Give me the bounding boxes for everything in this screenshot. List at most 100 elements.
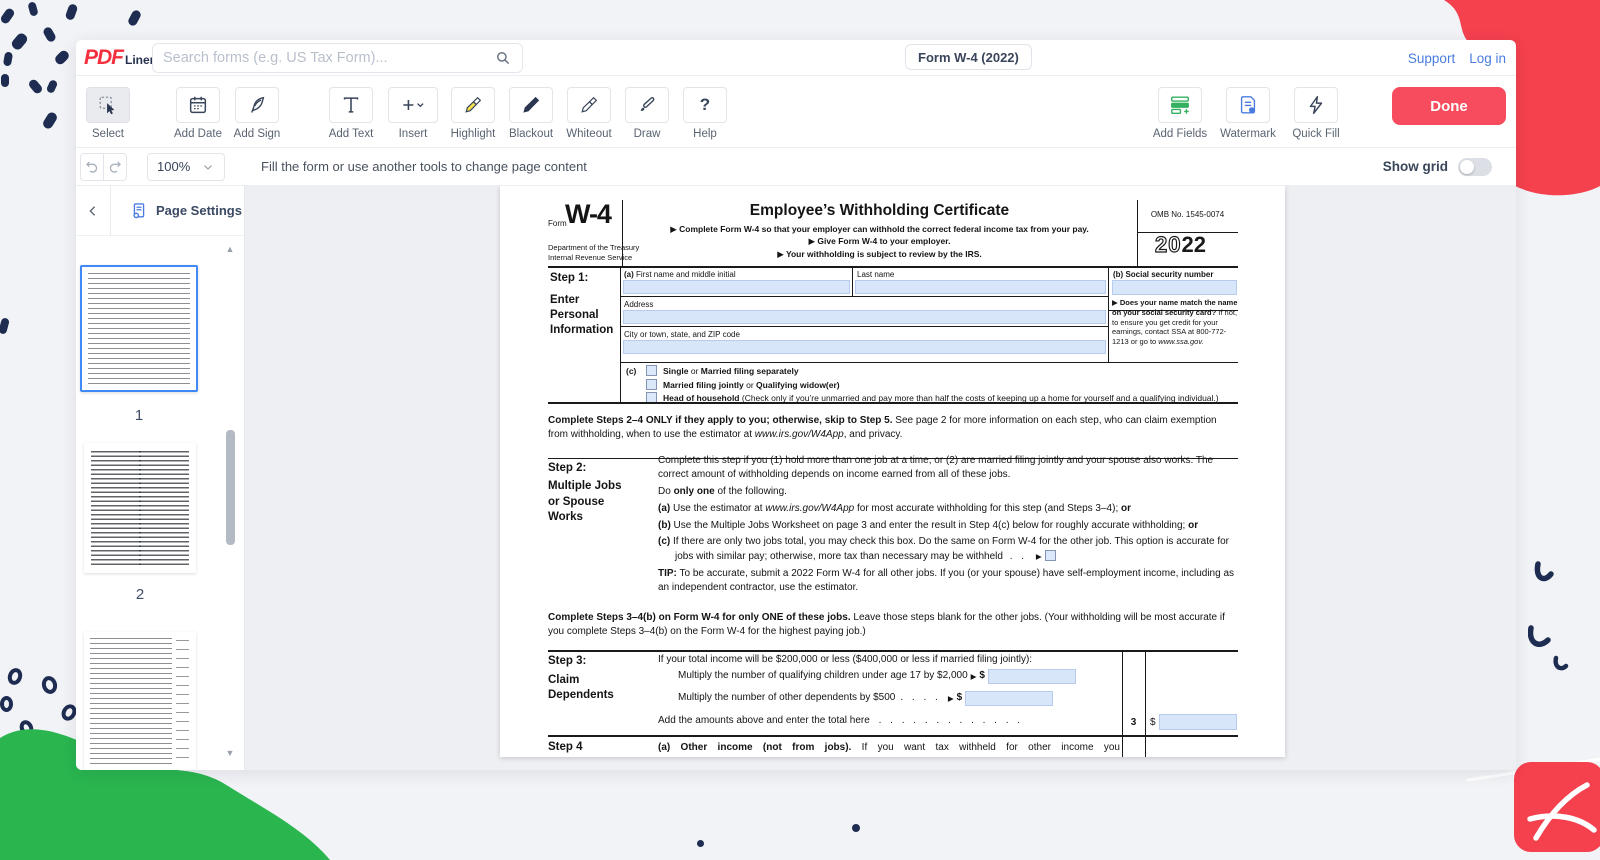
tool-quick-fill[interactable]: Quick Fill: [1288, 87, 1344, 140]
tool-add-sign[interactable]: Add Sign: [233, 87, 281, 147]
chevron-down-icon: [201, 160, 215, 174]
sidebar-scrollbar-thumb[interactable]: [226, 430, 235, 545]
w4-step3-intro: If your total income will be $200,000 or…: [658, 653, 1032, 667]
quill-icon: [246, 94, 268, 116]
page-thumbnail-1[interactable]: [80, 265, 198, 392]
paint-dab: [42, 26, 57, 43]
w4-city-label: City or town, state, and ZIP code: [624, 330, 740, 339]
w4-field-ssn[interactable]: [1112, 280, 1237, 295]
thumbnail-preview: [91, 451, 141, 565]
zoom-value: 100%: [157, 159, 201, 174]
dot-decor: [852, 824, 860, 832]
tool-watermark[interactable]: Watermark: [1220, 87, 1276, 140]
scroll-up-icon[interactable]: ▲: [224, 244, 236, 254]
ring-decor: [40, 674, 59, 695]
w4-field-last-name[interactable]: [855, 280, 1106, 294]
content-area: Page Settings 1 2 ▲: [76, 186, 1516, 770]
thumbnail-preview: [176, 640, 189, 762]
pdfliner-app-window: PDF Liner Form W-4 (2022) Support Log in: [76, 40, 1516, 770]
paint-dab: [0, 317, 10, 335]
paint-dab: [27, 1, 38, 17]
w4-step4-label: Step 4: [548, 741, 583, 753]
done-button[interactable]: Done: [1392, 87, 1506, 125]
w4-year-solid: 22: [1181, 232, 1205, 257]
chevron-down-icon: [418, 104, 424, 107]
desktop-background: PDF Liner Form W-4 (2022) Support Log in: [0, 0, 1600, 860]
tool-help[interactable]: ? Help: [681, 87, 729, 147]
search-icon[interactable]: [494, 49, 512, 67]
support-link[interactable]: Support: [1408, 51, 1455, 66]
paint-dab: [27, 78, 44, 95]
page-settings-button[interactable]: Page Settings: [111, 201, 242, 221]
show-grid-toggle[interactable]: [1458, 158, 1492, 176]
w4-checkbox-married-jointly[interactable]: [646, 379, 657, 390]
w4-field-total-dependents[interactable]: [1159, 714, 1237, 730]
w4-bullet-3: ▶ Your withholding is subject to review …: [622, 248, 1137, 260]
collapse-sidebar-button[interactable]: [76, 186, 110, 236]
scroll-down-icon[interactable]: ▼: [224, 748, 236, 758]
w4-steps24-note: Complete Steps 2–4 ONLY if they apply to…: [548, 414, 1238, 443]
tool-blackout[interactable]: Blackout: [507, 87, 555, 147]
w4-form-number: W-4: [565, 199, 611, 230]
w4-field-other-dependents[interactable]: [965, 691, 1053, 706]
tool-add-text[interactable]: Add Text: [327, 87, 375, 147]
w4-field-first-name[interactable]: [623, 280, 850, 294]
pdfliner-logo[interactable]: PDF Liner: [84, 46, 154, 70]
pages-sidebar: Page Settings 1 2 ▲: [76, 186, 245, 770]
w4-step4a-text: (a) Other income (not from jobs). If you…: [658, 741, 1120, 755]
tool-add-fields[interactable]: Add Fields: [1152, 87, 1208, 140]
page-thumbnail-3[interactable]: [84, 632, 196, 770]
tool-insert[interactable]: Insert: [385, 87, 441, 147]
paint-dab: [3, 51, 13, 66]
tool-whiteout[interactable]: Whiteout: [565, 87, 613, 147]
w4-steps34-note: Complete Steps 3–4(b) on Form W-4 for on…: [548, 611, 1238, 640]
search-form: [152, 43, 523, 73]
w4-step2-label: Step 2:: [548, 462, 586, 474]
draw-brush-icon: [636, 94, 658, 116]
whiteout-brush-icon: [578, 94, 600, 116]
redo-icon: [107, 159, 123, 175]
w4-line-number-3: 3: [1122, 716, 1145, 730]
zoom-select[interactable]: 100%: [147, 153, 225, 181]
page-settings-icon: [129, 201, 149, 221]
help-icon: ?: [700, 95, 710, 115]
watermark-icon: [1237, 94, 1259, 116]
w4-checkbox-two-jobs[interactable]: [1045, 550, 1056, 561]
thumbnail-preview: [139, 451, 189, 565]
w4-step3-label: Step 3:: [548, 655, 586, 667]
w4-checkbox-single[interactable]: [646, 365, 657, 376]
top-header: PDF Liner Form W-4 (2022) Support Log in: [76, 40, 1516, 76]
calendar-icon: [187, 94, 209, 116]
tool-draw[interactable]: Draw: [623, 87, 671, 147]
w4-address-label: Address: [624, 300, 653, 309]
paint-dab: [46, 79, 59, 94]
sub-toolbar: 100% Fill the form or use another tools …: [76, 148, 1516, 186]
pdf-badge-icon: [1514, 762, 1600, 852]
w4-field-address[interactable]: [623, 310, 1106, 324]
tool-add-date[interactable]: Add Date: [174, 87, 222, 147]
logo-liner-text: Liner: [125, 53, 154, 67]
w4-step1-label: Step 1:: [550, 272, 588, 284]
w4-field-qualifying-children[interactable]: [988, 669, 1076, 684]
page-number-2: 2: [81, 586, 199, 603]
undo-button[interactable]: [80, 153, 104, 181]
navy-squiggle-decor: [1528, 556, 1572, 676]
w4-step2-content: Complete this step if you (1) hold more …: [658, 454, 1238, 595]
search-input[interactable]: [163, 50, 494, 66]
login-link[interactable]: Log in: [1469, 51, 1506, 66]
document-canvas: Form W-4 Department of the Treasury Inte…: [245, 186, 1516, 770]
page-thumbnail-2[interactable]: [84, 443, 196, 573]
paint-dab: [10, 31, 29, 51]
sidebar-header: Page Settings: [76, 186, 244, 236]
w4-omb-number: OMB No. 1545-0074: [1137, 210, 1238, 219]
paint-dab: [41, 111, 58, 131]
add-fields-icon: [1169, 94, 1191, 116]
redo-button[interactable]: [103, 153, 127, 181]
tool-select[interactable]: Select: [84, 87, 132, 147]
toolbar-hint: Fill the form or use another tools to ch…: [261, 159, 587, 174]
w4-step2-intro: Complete this step if you (1) hold more …: [658, 454, 1238, 483]
tool-highlight[interactable]: Highlight: [449, 87, 497, 147]
w4-field-city[interactable]: [623, 340, 1106, 354]
show-grid-label: Show grid: [1383, 159, 1448, 174]
blackout-brush-icon: [520, 94, 542, 116]
